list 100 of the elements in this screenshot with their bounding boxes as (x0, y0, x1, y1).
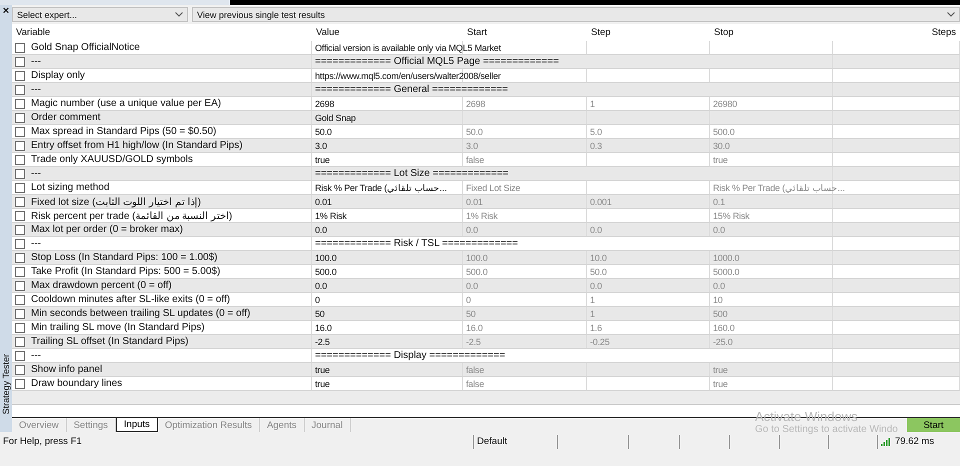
checkbox[interactable] (15, 224, 25, 234)
start-cell: 50 (466, 308, 476, 318)
start-cell: 3.0 (466, 140, 478, 150)
checkbox[interactable] (15, 322, 25, 332)
checkbox[interactable] (15, 238, 25, 248)
start-cell: -2.5 (466, 336, 481, 346)
start-cell: 0.0 (466, 224, 478, 234)
value-cell: true (315, 378, 330, 388)
checkbox[interactable] (15, 126, 25, 136)
value-cell: 0.0 (315, 224, 327, 234)
variable-name: Min seconds between trailing SL updates (0 = off) (31, 308, 250, 319)
checkbox[interactable] (15, 196, 25, 206)
stop-cell: true (713, 378, 728, 388)
stop-cell: 15% Risk (713, 210, 750, 220)
variable-name: Trailing SL offset (In Standard Pips) (31, 336, 188, 347)
stop-cell: 0.0 (713, 224, 725, 234)
checkbox[interactable] (15, 336, 25, 346)
step-cell: 50.0 (590, 266, 607, 276)
variable-name: Gold Snap OfficialNotice (31, 42, 140, 53)
start-cell: false (466, 364, 484, 374)
checkbox[interactable] (15, 378, 25, 388)
value-cell: Risk % Per Trade (حساب تلقائي... (315, 182, 447, 192)
section-heading: ============= Risk / TSL ============= (315, 238, 518, 249)
help-text: For Help, press F1 (2, 436, 83, 447)
variable-name: Take Profit (In Standard Pips: 500 = 5.00$) (31, 266, 220, 277)
stop-cell: Risk % Per Trade (حساب تلقائي... (713, 182, 845, 192)
stop-cell: 26980 (713, 98, 738, 108)
start-cell: false (466, 154, 484, 164)
checkbox[interactable] (15, 266, 25, 276)
variable-name: Fixed lot size (إذا تم اختيار اللوت الثابت) (31, 196, 201, 208)
checkbox[interactable] (15, 70, 25, 80)
stop-cell: 0.1 (713, 196, 725, 206)
checkbox[interactable] (15, 350, 25, 360)
stop-cell: 0.0 (713, 280, 725, 290)
start-button[interactable]: Start (907, 418, 960, 432)
results-dropdown[interactable]: View previous single test results (192, 7, 960, 22)
value-cell: Gold Snap (315, 112, 356, 122)
variable-name: Entry offset from H1 high/low (In Standard Pips) (31, 140, 243, 151)
close-button[interactable]: × (2, 5, 10, 17)
start-cell: 50.0 (466, 126, 483, 136)
value-cell: 500.0 (315, 266, 337, 276)
checkbox[interactable] (15, 210, 25, 220)
stop-cell: true (713, 154, 728, 164)
checkbox[interactable] (15, 98, 25, 108)
start-cell: 2698 (466, 98, 486, 108)
variable-name: Risk percent per trade (اختر النسبة من القائمة) (31, 210, 232, 222)
checkbox[interactable] (15, 168, 25, 178)
start-cell: false (466, 378, 484, 388)
checkbox[interactable] (15, 364, 25, 374)
step-cell: 1 (590, 294, 595, 304)
stop-cell: 30.0 (713, 140, 730, 150)
checkbox[interactable] (15, 154, 25, 164)
stop-cell: -25.0 (713, 336, 733, 346)
value-cell: 0 (315, 294, 320, 304)
value-cell: true (315, 154, 330, 164)
checkbox[interactable] (15, 294, 25, 304)
caret-icon (175, 12, 183, 17)
variable-name: --- (31, 238, 41, 249)
variable-name: Display only (31, 70, 85, 81)
section-heading: ============= Lot Size ============= (315, 168, 509, 179)
value-cell: 3.0 (315, 140, 327, 150)
variable-name: Show info panel (31, 364, 102, 375)
stop-cell: 500.0 (713, 126, 735, 136)
stop-cell: 5000.0 (713, 266, 740, 276)
section-heading: ============= Display ============= (315, 350, 506, 361)
checkbox[interactable] (15, 84, 25, 94)
expert-dropdown[interactable]: Select expert... (12, 7, 188, 22)
start-cell: 100.0 (466, 252, 488, 262)
checkbox[interactable] (15, 140, 25, 150)
checkbox[interactable] (15, 308, 25, 318)
variable-name: Max spread in Standard Pips (50 = $0.50) (31, 126, 216, 137)
checkbox[interactable] (15, 182, 25, 192)
checkbox[interactable] (15, 112, 25, 122)
value-cell: true (315, 364, 330, 374)
step-cell: 1 (590, 308, 595, 318)
checkbox[interactable] (15, 280, 25, 290)
checkbox[interactable] (15, 56, 25, 66)
tab[interactable]: Inputs (116, 418, 158, 432)
value-cell: https://www.mql5.com/en/users/walter2008/seller (315, 70, 501, 80)
stop-cell: 160.0 (713, 322, 735, 332)
ping-text: 79.62 ms (895, 436, 934, 447)
start-cell: Fixed Lot Size (466, 182, 520, 192)
stop-cell: 1000.0 (713, 252, 740, 262)
variable-name: Order comment (31, 112, 100, 123)
signal-icon (881, 438, 891, 446)
variable-name: --- (31, 168, 41, 179)
variable-name: Min trailing SL move (In Standard Pips) (31, 322, 205, 333)
variable-name: Magic number (use a unique value per EA) (31, 98, 222, 109)
step-cell: 0.3 (590, 140, 602, 150)
checkbox[interactable] (15, 42, 25, 52)
variable-name: Stop Loss (In Standard Pips: 100 = 1.00$) (31, 252, 218, 263)
section-heading: ============= General ============= (315, 84, 508, 95)
value-cell: 100.0 (315, 252, 337, 262)
variable-name: Lot sizing method (31, 182, 110, 193)
value-cell: 0.0 (315, 280, 327, 290)
step-cell: 5.0 (590, 126, 602, 136)
step-cell: 0.0 (590, 224, 602, 234)
step-cell: -0.25 (590, 336, 610, 346)
caret-icon (947, 12, 955, 17)
checkbox[interactable] (15, 252, 25, 262)
